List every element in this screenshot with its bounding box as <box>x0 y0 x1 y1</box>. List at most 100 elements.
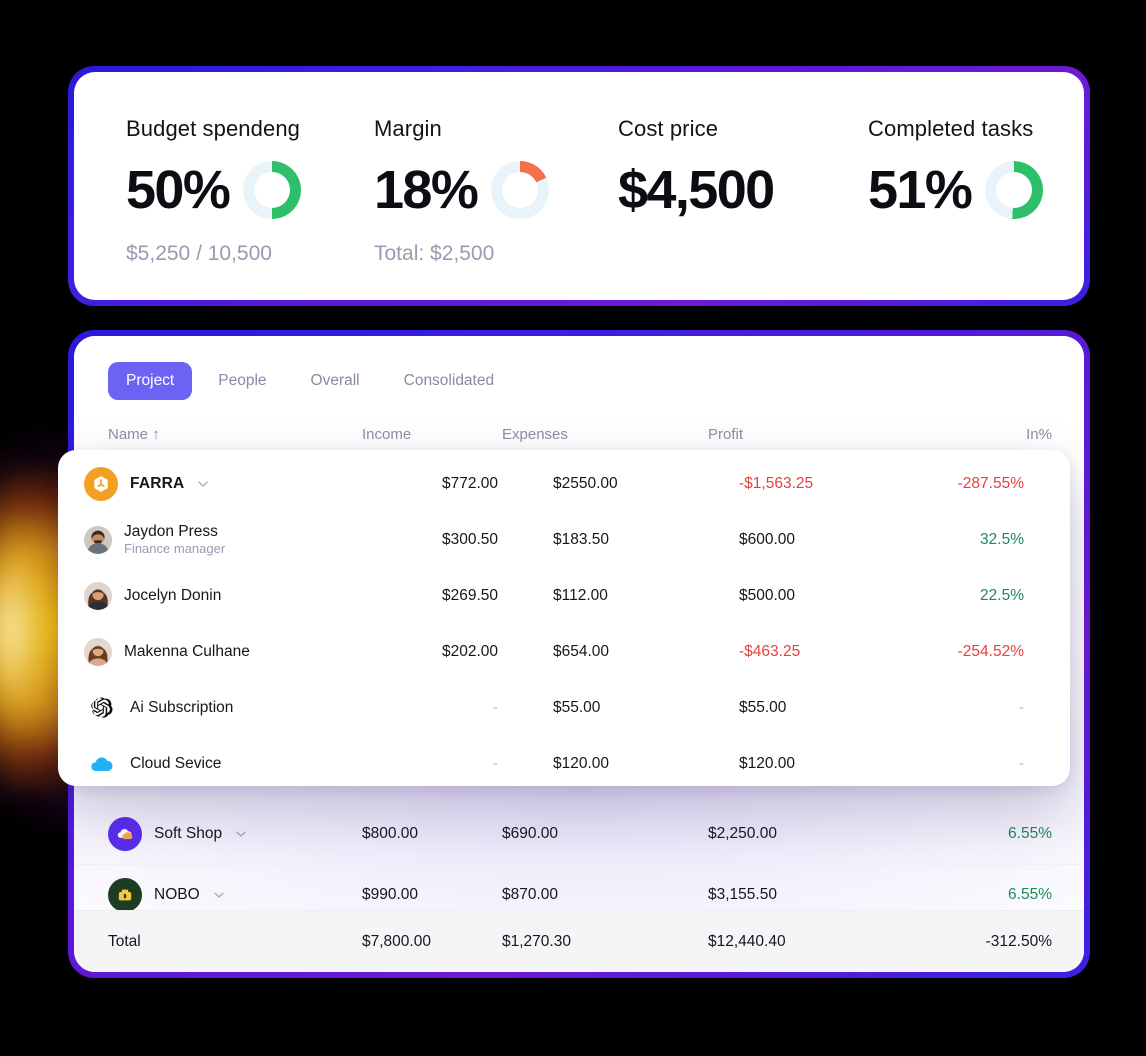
overlay-row-name-cell[interactable]: Cloud Sevice <box>58 747 358 781</box>
tab-consolidated[interactable]: Consolidated <box>386 362 512 400</box>
overlay-row-profit: $55.00 <box>739 699 787 716</box>
row-income: $800.00 <box>362 825 419 842</box>
kpi-value: $4,500 <box>618 160 775 220</box>
overlay-row-name-cell[interactable]: Jaydon Press Finance manager <box>58 523 358 558</box>
chevron-down-icon[interactable] <box>212 888 226 902</box>
total-expenses: $1,270.30 <box>502 932 571 950</box>
overlay-row[interactable]: Jaydon Press Finance manager $300.50 $183.5… <box>58 512 1070 568</box>
avatar <box>84 638 112 666</box>
chevron-down-icon[interactable] <box>196 477 210 491</box>
overlay-row[interactable]: Makenna Culhane $202.00 $654.00 -$463.25 -25… <box>58 624 1070 680</box>
cloud-logo-icon <box>84 747 118 781</box>
kpi-tile-2: Cost price $4,500 <box>618 116 868 300</box>
column-header-expenses[interactable]: Expenses <box>502 426 708 443</box>
nobo-logo-icon <box>108 877 142 912</box>
overlay-row[interactable]: Ai Subscription - $55.00 $55.00 - <box>58 680 1070 736</box>
kpi-title: Completed tasks <box>868 116 1034 141</box>
tab-people[interactable]: People <box>200 362 284 400</box>
kpi-donut-chart <box>985 161 1044 219</box>
overlay-row-expenses: $112.00 <box>553 587 608 604</box>
overlay-row-percent: - <box>1018 755 1024 772</box>
kpi-tile-3: Completed tasks 51% <box>868 116 1084 300</box>
farra-logo-icon <box>84 467 118 501</box>
sort-ascending-icon[interactable]: ↑ <box>152 426 160 443</box>
overlay-row[interactable]: Jocelyn Donin $269.50 $112.00 $500.00 22.5% <box>58 568 1070 624</box>
row-percent: 6.55% <box>1008 885 1052 903</box>
kpi-value: 51% <box>868 160 973 220</box>
kpi-title: Cost price <box>618 116 719 141</box>
screenshot-canvas: Budget spendeng 50% $5,250 / 10,500 Margin 1… <box>0 0 1146 1056</box>
overlay-row-name-cell[interactable]: Makenna Culhane <box>58 638 358 666</box>
chevron-down-icon[interactable] <box>234 827 248 841</box>
row-name-label: Jaydon Press <box>124 522 218 540</box>
row-role-label: Finance manager <box>124 541 226 557</box>
overlay-row-income: - <box>492 755 498 772</box>
overlay-row-income: $300.50 <box>441 531 498 548</box>
row-profit: $2,250.00 <box>708 825 777 842</box>
column-header-name-label: Name <box>108 426 149 443</box>
kpi-donut-chart <box>243 161 302 219</box>
kpi-donut-chart <box>491 161 550 219</box>
overlay-row[interactable]: Cloud Sevice - $120.00 $120.00 - <box>58 736 1070 786</box>
overlay-row-expenses: $2550.00 <box>553 475 618 492</box>
kpi-value: 18% <box>374 160 479 220</box>
kpi-title: Budget spendeng <box>126 116 300 141</box>
tab-overall[interactable]: Overall <box>293 362 378 400</box>
row-name-label: Cloud Sevice <box>130 755 222 772</box>
total-percent: -312.50% <box>985 932 1052 950</box>
overlay-row-income: $772.00 <box>441 475 498 492</box>
total-profit: $12,440.40 <box>708 932 786 950</box>
overlay-row-profit: $500.00 <box>739 587 796 604</box>
overlay-row-expenses: $55.00 <box>553 699 601 716</box>
row-name-label: Ai Subscription <box>130 699 234 716</box>
row-percent: 6.55% <box>1008 825 1052 842</box>
avatar <box>84 582 112 610</box>
row-name-block: Jaydon Press Finance manager <box>124 523 225 558</box>
row-name-cell[interactable]: Soft Shop <box>74 817 362 851</box>
overlay-row-profit: -$1,563.25 <box>739 475 814 492</box>
overlay-row-income: - <box>492 699 498 716</box>
kpi-tile-0: Budget spendeng 50% $5,250 / 10,500 <box>126 116 374 300</box>
row-income: $990.00 <box>362 885 419 903</box>
overlay-row-expenses: $120.00 <box>553 755 610 772</box>
kpi-value-row: $4,500 <box>618 154 868 226</box>
table-row[interactable]: Soft Shop $800.00 $690.00 $2,250.00 6.55% <box>74 804 1084 864</box>
kpi-grid: Budget spendeng 50% $5,250 / 10,500 Margin 1… <box>74 72 1084 300</box>
row-profit: $3,155.50 <box>708 885 777 903</box>
overlay-row-percent: -287.55% <box>957 475 1024 492</box>
row-expenses: $690.00 <box>502 825 559 842</box>
overlay-row[interactable]: FARRA $772.00 $2550.00 -$1,563.25 -287.55% <box>58 456 1070 512</box>
kpi-subtext: Total: $2,500 <box>374 242 495 265</box>
tab-project[interactable]: Project <box>108 362 193 400</box>
total-income: $7,800.00 <box>362 932 431 950</box>
kpi-subtext: $5,250 / 10,500 <box>126 242 272 265</box>
overlay-row-expenses: $183.50 <box>553 531 610 548</box>
column-header-profit[interactable]: Profit <box>708 426 948 443</box>
expanded-detail-overlay: FARRA $772.00 $2550.00 -$1,563.25 -287.55% Ja… <box>58 450 1070 786</box>
total-label: Total <box>108 932 141 950</box>
overlay-row-name-cell[interactable]: Ai Subscription <box>58 691 358 725</box>
kpi-value-row: 50% <box>126 154 374 226</box>
kpi-value-row: 18% <box>374 154 618 226</box>
table-header-row: Name ↑ Income Expenses Profit In% <box>74 400 1084 443</box>
column-header-name[interactable]: Name ↑ <box>74 426 362 443</box>
overlay-row-percent: -254.52% <box>957 643 1024 660</box>
table-body: Soft Shop $800.00 $690.00 $2,250.00 6.55% NOB… <box>74 804 1084 924</box>
overlay-row-percent: 32.5% <box>980 531 1024 548</box>
overlay-row-expenses: $654.00 <box>553 643 610 660</box>
overlay-row-profit: -$463.25 <box>739 643 801 660</box>
column-header-percent[interactable]: In% <box>948 426 1084 443</box>
row-name-label: Soft Shop <box>154 825 223 842</box>
row-name-label: Jocelyn Donin <box>124 587 222 604</box>
kpi-title: Margin <box>374 116 442 141</box>
overlay-row-percent: - <box>1018 699 1024 716</box>
row-name-cell[interactable]: NOBO <box>74 877 362 912</box>
overlay-row-profit: $120.00 <box>739 755 796 772</box>
column-header-income[interactable]: Income <box>362 426 502 443</box>
row-expenses: $870.00 <box>502 885 559 903</box>
overlay-row-name-cell[interactable]: FARRA <box>58 467 358 501</box>
kpi-value-row: 51% <box>868 154 1084 226</box>
kpi-card: Budget spendeng 50% $5,250 / 10,500 Margin 1… <box>68 66 1090 306</box>
overlay-row-profit: $600.00 <box>739 531 796 548</box>
overlay-row-name-cell[interactable]: Jocelyn Donin <box>58 582 358 610</box>
